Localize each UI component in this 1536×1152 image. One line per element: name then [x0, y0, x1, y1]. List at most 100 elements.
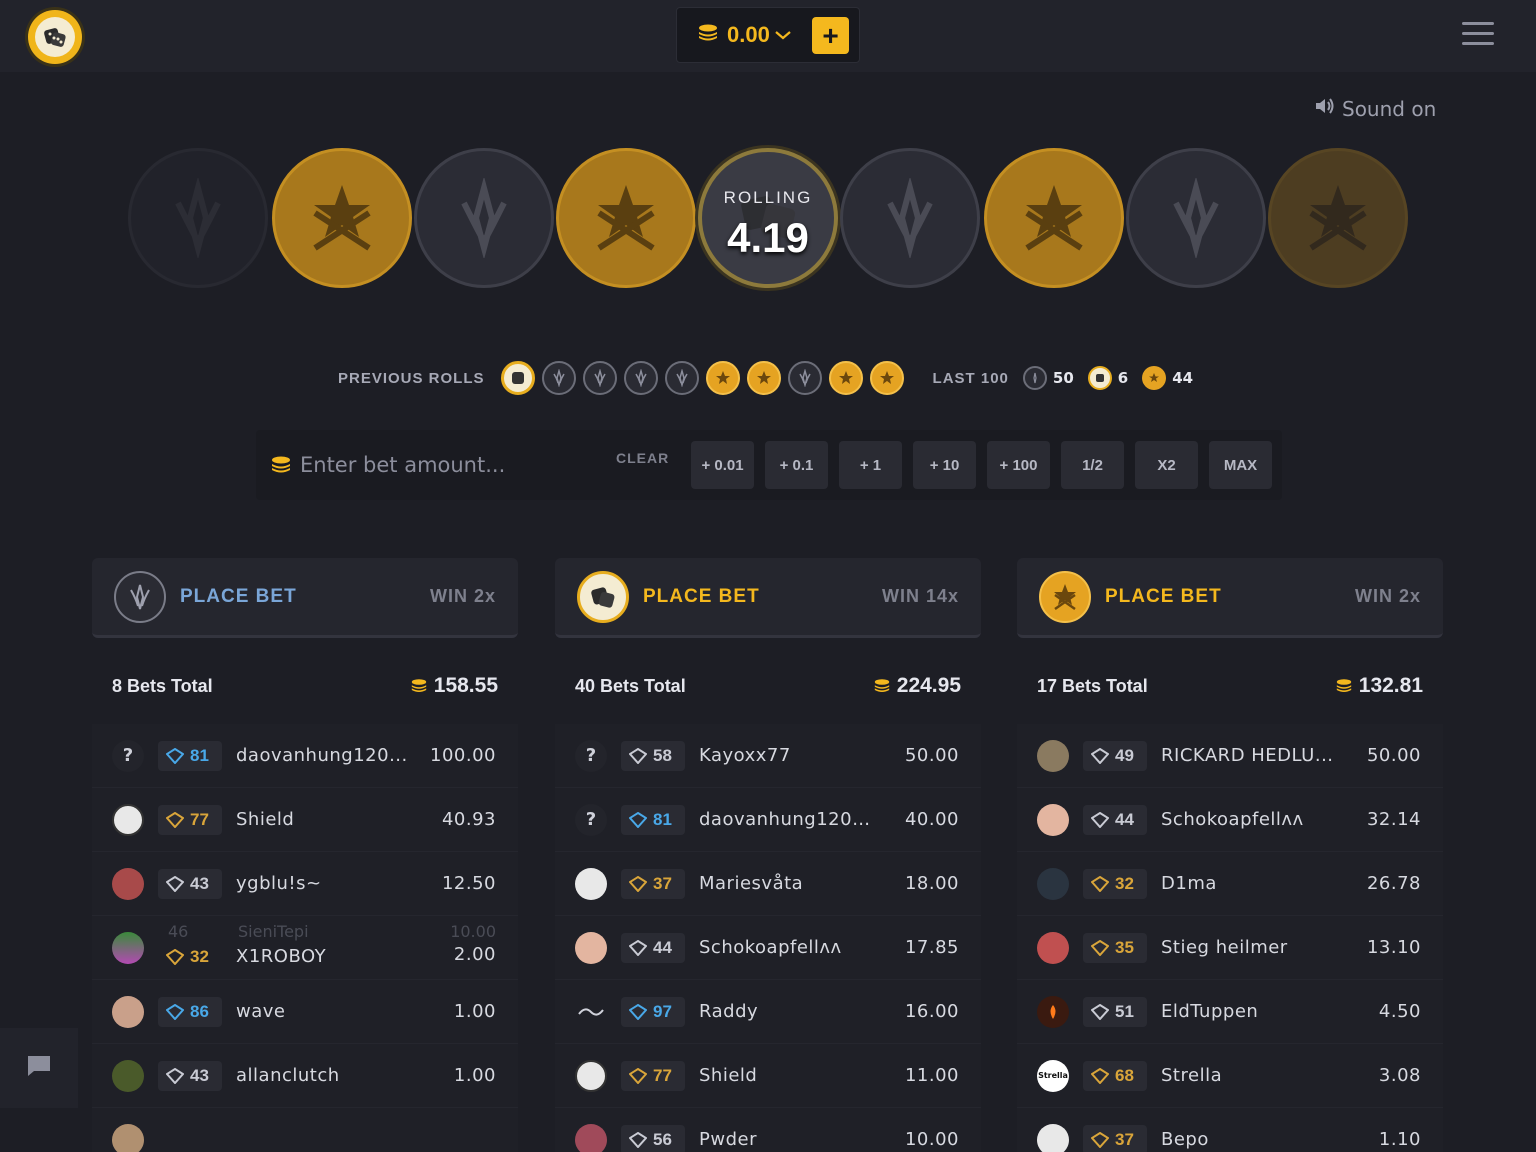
avatar[interactable]: [1037, 931, 1069, 964]
rank-icon: [629, 1131, 647, 1148]
bet-amount-input[interactable]: [300, 448, 600, 482]
place-bet-bonus-button[interactable]: PLACE BET WIN 14x: [555, 558, 981, 638]
rank-icon: [1091, 939, 1109, 956]
username[interactable]: Kayoxx77: [699, 745, 791, 766]
add-100-button[interactable]: + 100: [987, 441, 1050, 489]
avatar[interactable]: [112, 995, 144, 1028]
bet-bar: CLEAR + 0.01 + 0.1 + 1 + 10 + 100 1/2 X2…: [256, 430, 1282, 500]
username[interactable]: RICKARD HEDLU...: [1161, 745, 1334, 766]
avatar[interactable]: ?: [575, 803, 607, 836]
username[interactable]: D1ma: [1161, 873, 1217, 894]
double-button[interactable]: X2: [1135, 441, 1198, 489]
balance-box[interactable]: 0.00 +: [676, 7, 860, 63]
username[interactable]: EldTuppen: [1161, 1001, 1258, 1022]
avatar[interactable]: [1037, 1123, 1069, 1152]
ct-roll-icon: [582, 361, 617, 395]
rank-icon: [629, 1067, 647, 1084]
username[interactable]: Shield: [699, 1065, 757, 1086]
place-bet-t-button[interactable]: PLACE BET WIN 2x: [1017, 558, 1443, 638]
win-multiplier: WIN 2x: [429, 586, 496, 606]
username[interactable]: Mariesvåta: [699, 873, 803, 894]
bets-list: 49 RICKARD HEDLU... 50.00 44 Schokoapfel…: [1017, 724, 1443, 1152]
avatar[interactable]: [575, 996, 607, 1028]
avatar[interactable]: [112, 1059, 144, 1092]
username[interactable]: Pwder: [699, 1129, 757, 1150]
username[interactable]: daovanhung120...: [236, 745, 408, 766]
avatar[interactable]: [112, 931, 144, 964]
avatar[interactable]: ?: [112, 739, 144, 772]
avatar[interactable]: [575, 931, 607, 964]
place-bet-label: PLACE BET: [643, 585, 760, 607]
max-button[interactable]: MAX: [1209, 441, 1272, 489]
bet-amount: 17.85: [904, 937, 959, 958]
username[interactable]: daovanhung1209...: [699, 809, 879, 830]
ct-coin-icon: [840, 148, 980, 288]
username[interactable]: Shield: [236, 809, 294, 830]
bonus-roll-icon: [500, 361, 535, 395]
avatar[interactable]: [1037, 867, 1069, 900]
bet-amount: 40.00: [904, 809, 959, 830]
bet-column-t: PLACE BET WIN 2x 17 Bets Total 132.81 49…: [1017, 558, 1443, 1152]
hamburger-menu-icon[interactable]: [1462, 22, 1494, 50]
rank-icon: [629, 1003, 647, 1020]
chat-toggle-button[interactable]: [0, 1028, 78, 1108]
rolling-indicator: ROLLING 4.19: [698, 148, 838, 288]
level-badge: 51: [1083, 996, 1147, 1027]
bet-row: 46 SieniTepi 10.00 32 X1ROBOY 2.00: [92, 916, 518, 980]
level-badge: 37: [621, 868, 685, 899]
bet-amount: 16.00: [904, 1001, 959, 1022]
bets-total-count: 17 Bets Total: [1037, 675, 1148, 696]
clear-button[interactable]: CLEAR: [616, 450, 669, 466]
level-badge: 56: [621, 1124, 685, 1152]
avatar[interactable]: [112, 1123, 144, 1152]
sound-toggle[interactable]: Sound on: [1314, 96, 1436, 121]
bet-amount: 26.78: [1366, 873, 1421, 894]
avatar[interactable]: [575, 1123, 607, 1152]
level-badge: 81: [621, 804, 685, 835]
bet-row: 56 Pwder 10.00: [555, 1108, 981, 1152]
ghost-amount: 10.00: [450, 922, 496, 941]
bet-amount: 11.00: [904, 1065, 959, 1086]
rank-icon: [1091, 1131, 1109, 1148]
avatar[interactable]: ?: [575, 739, 607, 772]
site-logo[interactable]: [28, 10, 82, 64]
username[interactable]: Strella: [1161, 1065, 1222, 1086]
avatar[interactable]: [575, 867, 607, 900]
avatar[interactable]: [112, 803, 144, 836]
avatar[interactable]: Strella: [1037, 1059, 1069, 1092]
bet-amount: 4.50: [1378, 1001, 1421, 1022]
username[interactable]: Schokoapfellᴧᴧ: [699, 937, 842, 958]
username[interactable]: Raddy: [699, 1001, 758, 1022]
add-1-button[interactable]: + 1: [839, 441, 902, 489]
deposit-button[interactable]: +: [812, 17, 849, 54]
roll-status: ROLLING: [723, 188, 813, 207]
add-0.01-button[interactable]: + 0.01: [691, 441, 754, 489]
username[interactable]: ygblu!s~: [236, 873, 322, 894]
avatar[interactable]: [575, 1059, 607, 1092]
chevron-down-icon[interactable]: [774, 26, 792, 45]
level-badge: 77: [158, 804, 222, 835]
username[interactable]: Schokoapfellᴧᴧ: [1161, 809, 1304, 830]
add-0.1-button[interactable]: + 0.1: [765, 441, 828, 489]
bet-row: 77 Shield 11.00: [555, 1044, 981, 1108]
rank-icon: [166, 811, 184, 828]
avatar[interactable]: [1037, 803, 1069, 836]
rank-icon: [166, 875, 184, 892]
username[interactable]: allanclutch: [236, 1065, 340, 1086]
username[interactable]: Stieg heilmer: [1161, 937, 1288, 958]
rank-icon: [1091, 1003, 1109, 1020]
username[interactable]: wave: [236, 1001, 285, 1022]
half-button[interactable]: 1/2: [1061, 441, 1124, 489]
level-badge: 58: [621, 740, 685, 771]
ct-coin-icon: [414, 148, 554, 288]
username[interactable]: X1ROBOY: [236, 946, 326, 967]
avatar[interactable]: [112, 867, 144, 900]
coins-icon: [270, 455, 292, 479]
t-roll-icon: [746, 361, 781, 395]
avatar[interactable]: [1037, 995, 1069, 1028]
username[interactable]: Bepo: [1161, 1129, 1209, 1150]
avatar[interactable]: [1037, 739, 1069, 772]
place-bet-ct-button[interactable]: PLACE BET WIN 2x: [92, 558, 518, 638]
level-badge: 77: [621, 1060, 685, 1091]
add-10-button[interactable]: + 10: [913, 441, 976, 489]
